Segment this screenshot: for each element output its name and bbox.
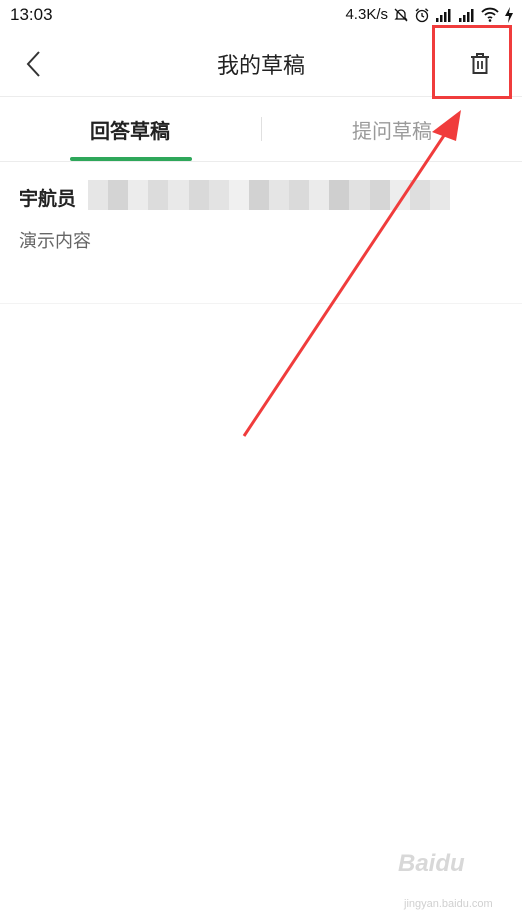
watermark-url: jingyan.baidu.com: [404, 898, 493, 910]
watermark-logo: Baidu: [398, 850, 465, 877]
annotation-arrow: [242, 110, 461, 437]
baidu-watermark: Baidu jingyan.baidu.com: [398, 850, 518, 920]
